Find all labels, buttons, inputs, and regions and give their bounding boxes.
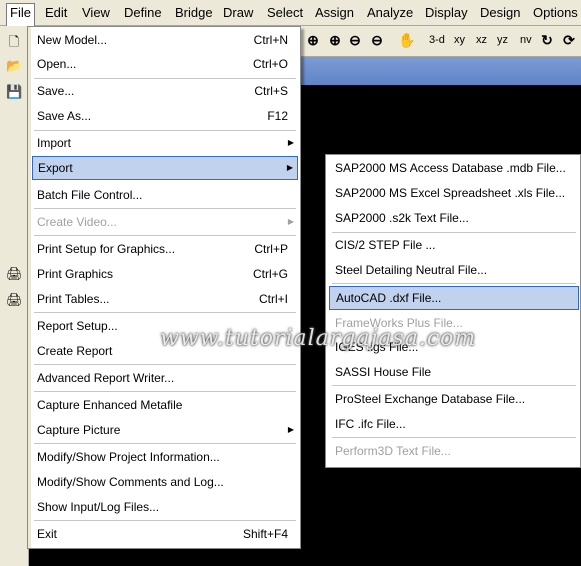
zoom-window-icon[interactable]: ⊕: [304, 31, 322, 49]
menu-separator: [34, 391, 296, 392]
menu-item-show-input-log-files[interactable]: Show Input/Log Files...: [32, 496, 298, 518]
menu-separator: [332, 283, 576, 284]
submenu-arrow-icon: ▶: [287, 217, 294, 226]
left-toolbar: 🗋 📂 💾 🖨 🖨: [0, 26, 29, 566]
export-item-cis2-step[interactable]: CIS/2 STEP File ...: [329, 234, 579, 256]
menu-item-print-graphics[interactable]: Print Graphics Ctrl+G: [32, 263, 298, 285]
view-3d-button[interactable]: 3-d: [429, 33, 445, 47]
export-item-prosteel[interactable]: ProSteel Exchange Database File...: [329, 388, 579, 410]
menu-item-print-setup[interactable]: Print Setup for Graphics... Ctrl+P: [32, 238, 298, 260]
export-item-steel-detailing[interactable]: Steel Detailing Neutral File...: [329, 259, 579, 281]
watermark: www.tutorialargajasa.com: [160, 326, 477, 351]
zoom-restore-icon[interactable]: ⊖: [368, 31, 386, 49]
menu-item-save[interactable]: Save... Ctrl+S: [32, 80, 298, 102]
export-item-autocad-dxf[interactable]: AutoCAD .dxf File...: [329, 286, 579, 310]
menu-separator: [34, 520, 296, 521]
print-tables-icon[interactable]: 🖨: [6, 292, 23, 308]
menu-options[interactable]: Options: [533, 5, 578, 21]
export-item-sassi-house[interactable]: SASSI House File: [329, 361, 579, 383]
view-yz-button[interactable]: yz: [497, 33, 508, 47]
menu-separator: [34, 208, 296, 209]
export-item-ifc[interactable]: IFC .ifc File...: [329, 413, 579, 435]
menu-assign[interactable]: Assign: [315, 5, 354, 21]
menu-item-capture-enhanced-metafile[interactable]: Capture Enhanced Metafile: [32, 394, 298, 416]
rotate-icon[interactable]: ↻: [538, 31, 556, 49]
menu-define[interactable]: Define: [124, 5, 162, 21]
menu-design[interactable]: Design: [480, 5, 520, 21]
export-submenu: SAP2000 MS Access Database .mdb File... …: [325, 154, 581, 468]
menu-item-batch-file-control[interactable]: Batch File Control...: [32, 184, 298, 206]
menu-item-create-video: Create Video... ▶: [32, 211, 298, 233]
menu-separator: [332, 232, 576, 233]
menu-item-import[interactable]: Import ▶: [32, 132, 298, 154]
menu-item-new-model[interactable]: New Model... Ctrl+N: [32, 29, 298, 51]
model-window-titlebar: [300, 57, 581, 85]
menu-bridge[interactable]: Bridge: [175, 5, 213, 21]
menu-item-capture-picture[interactable]: Capture Picture ▶: [32, 419, 298, 441]
open-folder-icon[interactable]: 📂: [6, 58, 22, 74]
menu-edit[interactable]: Edit: [45, 5, 67, 21]
menu-separator: [332, 385, 576, 386]
zoom-in-icon[interactable]: ⊕: [326, 31, 344, 49]
pan-icon[interactable]: ✋: [398, 31, 416, 49]
submenu-arrow-icon: ▶: [286, 163, 293, 172]
menu-separator: [34, 130, 296, 131]
new-model-icon[interactable]: 🗋: [6, 34, 22, 50]
menu-strip: [28, 27, 31, 548]
refresh-icon[interactable]: ⟳: [560, 31, 578, 49]
view-xy-button[interactable]: xy: [454, 33, 465, 47]
menu-item-project-information[interactable]: Modify/Show Project Information...: [32, 446, 298, 468]
menu-separator: [34, 364, 296, 365]
menu-item-comments-and-log[interactable]: Modify/Show Comments and Log...: [32, 471, 298, 493]
menu-item-print-tables[interactable]: Print Tables... Ctrl+I: [32, 288, 298, 310]
save-disk-icon[interactable]: 💾: [6, 84, 22, 100]
menu-item-open[interactable]: Open... Ctrl+O: [32, 53, 298, 75]
menu-select[interactable]: Select: [267, 5, 303, 21]
submenu-arrow-icon: ▶: [287, 425, 294, 434]
export-item-s2k[interactable]: SAP2000 .s2k Text File...: [329, 207, 579, 229]
zoom-out-icon[interactable]: ⊖: [346, 31, 364, 49]
menu-separator: [34, 235, 296, 236]
menu-item-advanced-report-writer[interactable]: Advanced Report Writer...: [32, 367, 298, 389]
menu-separator: [34, 312, 296, 313]
menu-draw[interactable]: Draw: [223, 5, 253, 21]
print-graphics-icon[interactable]: 🖨: [6, 266, 23, 282]
menu-separator: [34, 443, 296, 444]
view-xz-button[interactable]: xz: [476, 33, 487, 47]
export-item-mdb[interactable]: SAP2000 MS Access Database .mdb File...: [329, 157, 579, 179]
menu-separator: [34, 78, 296, 79]
menu-analyze[interactable]: Analyze: [367, 5, 413, 21]
menu-view[interactable]: View: [82, 5, 110, 21]
export-item-perform3d: Perform3D Text File...: [335, 444, 451, 458]
menu-display[interactable]: Display: [425, 5, 468, 21]
menu-item-save-as[interactable]: Save As... F12: [32, 105, 298, 127]
menu-separator: [332, 437, 576, 438]
export-item-xls[interactable]: SAP2000 MS Excel Spreadsheet .xls File..…: [329, 182, 579, 204]
submenu-arrow-icon: ▶: [287, 138, 294, 147]
menu-bar: File Edit View Define Bridge Draw Select…: [0, 0, 581, 26]
view-nv-button[interactable]: nv: [520, 33, 532, 47]
menu-item-exit[interactable]: Exit Shift+F4: [32, 523, 298, 545]
file-menu: New Model... Ctrl+N Open... Ctrl+O Save.…: [27, 26, 301, 549]
menu-file[interactable]: File: [6, 3, 35, 26]
menu-item-export[interactable]: Export ▶: [32, 156, 298, 180]
